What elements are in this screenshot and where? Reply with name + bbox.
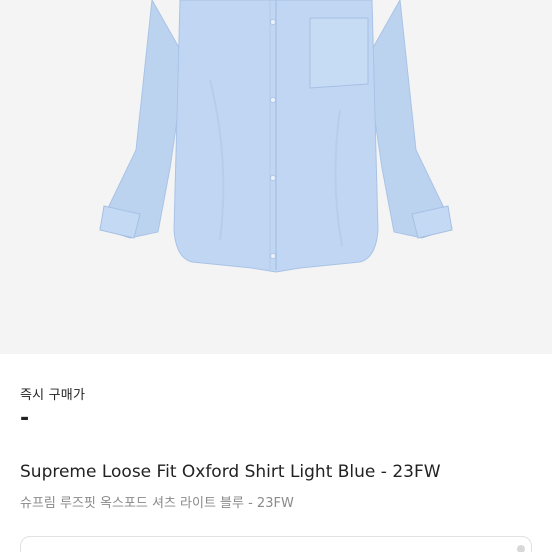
- shirt-left-sleeve: [99, 0, 187, 239]
- instant-price-value: -: [20, 406, 30, 431]
- instant-price-label: 즉시 구매가: [20, 388, 86, 403]
- shirt-pocket: [309, 17, 369, 89]
- product-image[interactable]: [0, 0, 552, 354]
- shirt-illustration: [99, 0, 453, 273]
- product-title: Supreme Loose Fit Oxford Shirt Light Blu…: [20, 462, 441, 482]
- product-subtitle: 슈프림 루즈핏 옥스포드 셔츠 라이트 블루 - 23FW: [20, 496, 294, 511]
- indicator-icon: [517, 545, 525, 552]
- shirt-right-sleeve: [365, 0, 453, 239]
- product-page: 즉시 구매가 - Supreme Loose Fit Oxford Shirt …: [0, 0, 552, 552]
- option-select-box[interactable]: [20, 536, 532, 552]
